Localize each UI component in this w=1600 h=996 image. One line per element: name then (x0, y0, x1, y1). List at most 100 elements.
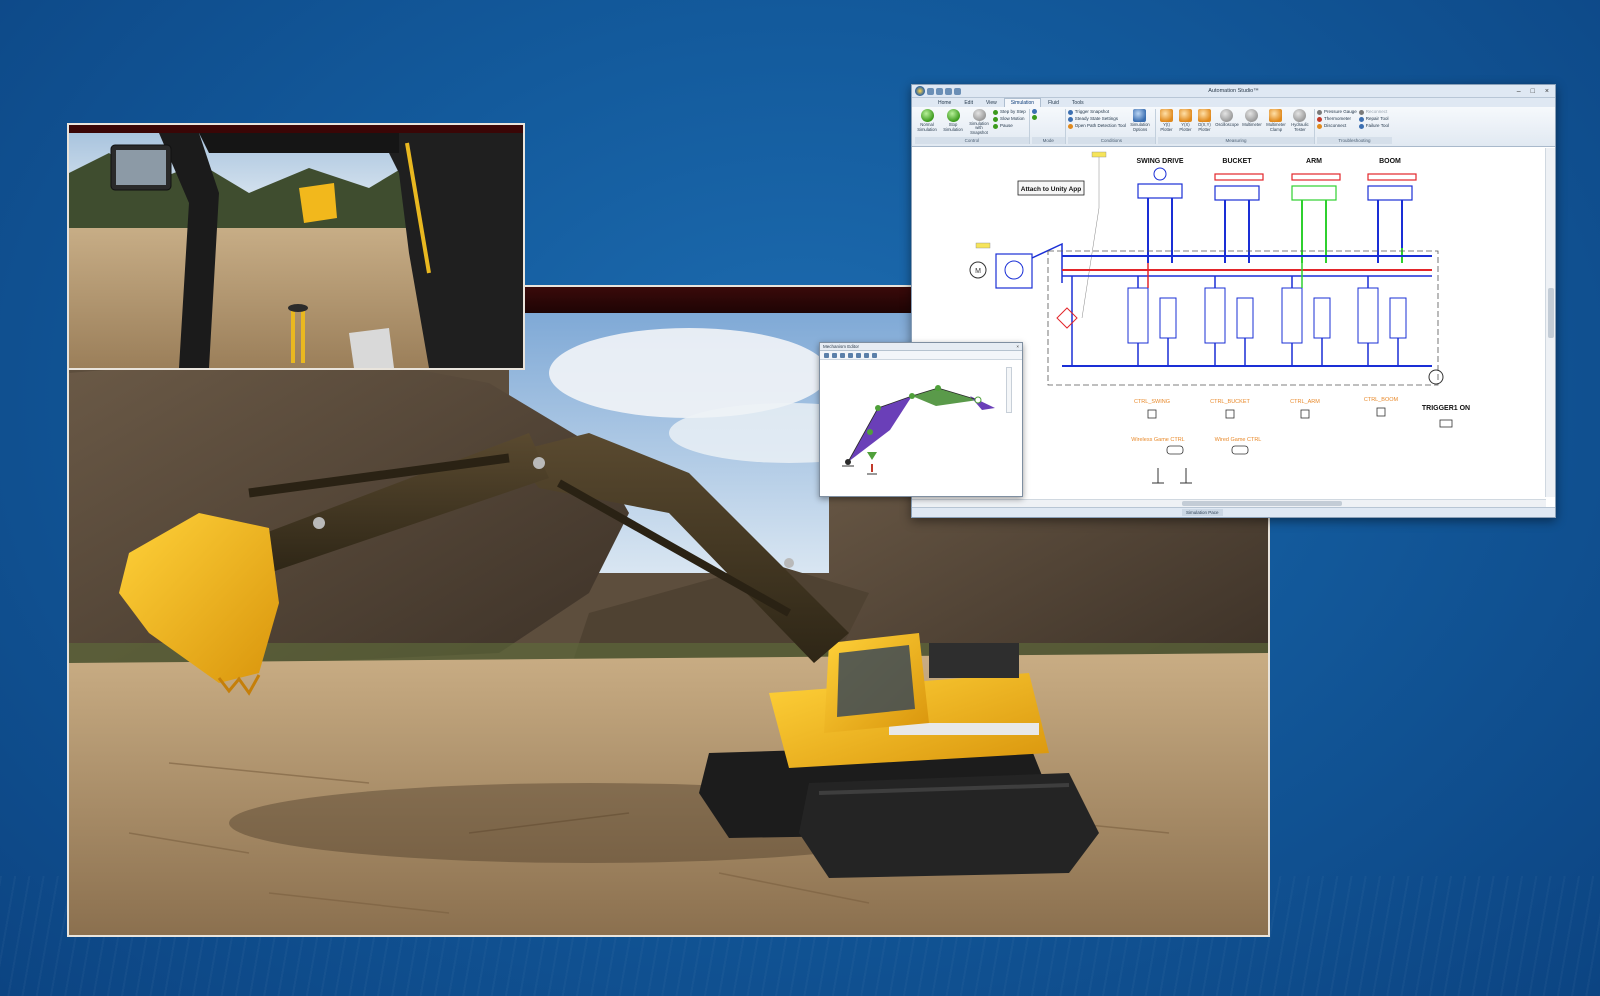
valve-section-bucket[interactable] (1204, 276, 1254, 366)
valve-section-boom[interactable] (1357, 276, 1407, 366)
mode-button-1[interactable] (1031, 109, 1037, 114)
pressure-gauge-button[interactable]: Pressure Gauge (1316, 109, 1357, 115)
close-icon[interactable]: × (1016, 344, 1022, 349)
joint[interactable] (909, 393, 915, 399)
mechanism-titlebar[interactable]: Mechanism Editor × (820, 343, 1022, 351)
cab-interior-view[interactable] (69, 133, 523, 368)
simulation-with-snapshot-button[interactable]: Simulation with Snapshot (967, 109, 991, 136)
joint[interactable] (935, 385, 941, 391)
fit-icon[interactable] (840, 352, 845, 358)
steady-state-settings-button[interactable]: Steady State Settings (1067, 116, 1126, 122)
oscilloscope-button[interactable]: Oscilloscope (1215, 109, 1239, 136)
grid-icon[interactable] (872, 352, 877, 358)
section-title-swing-drive: SWING DRIVE (1136, 158, 1183, 165)
tab-fluid[interactable]: Fluid (1042, 99, 1065, 107)
failure-tool-button[interactable]: Failure Tool (1358, 123, 1389, 129)
oscilloscope-icon (1220, 109, 1234, 122)
trigger-icon (1067, 109, 1073, 115)
valve-section-swing[interactable] (1127, 263, 1177, 366)
repair-tool-button[interactable]: Repair Tool (1358, 116, 1389, 122)
dxy-plotter-button[interactable]: D(X,Y) Plotter (1196, 109, 1213, 136)
pan-icon[interactable] (848, 352, 853, 358)
multimeter-button[interactable]: Multimeter (1241, 109, 1263, 136)
relief-valve[interactable] (1056, 307, 1078, 329)
joystick-icon[interactable] (1152, 468, 1164, 484)
simulation-options-button[interactable]: Simulation Options (1128, 109, 1152, 136)
arm-cylinder-group[interactable] (1291, 173, 1341, 263)
open-path-detection-tool-button[interactable]: Open Path Detection Tool (1067, 123, 1126, 129)
section-title-boom: BOOM (1379, 158, 1401, 165)
cab-view-window[interactable] (67, 123, 525, 370)
disconnect-button[interactable]: Disconnect (1316, 123, 1357, 129)
joystick-icon[interactable] (1180, 468, 1192, 484)
group-label-troubleshooting: Troubleshooting (1316, 137, 1392, 144)
reconnect-button[interactable]: Reconnect (1358, 109, 1389, 115)
ctrl-boom-label: CTRL_BOOM (1364, 397, 1399, 403)
window-title: Automation Studio™ (1208, 88, 1259, 94)
wireless-gamepad-icon[interactable] (1166, 445, 1184, 455)
settings-icon (1067, 116, 1073, 122)
step-icon (993, 109, 998, 115)
as-titlebar[interactable]: Automation Studio™ – □ × (912, 85, 1555, 98)
switch-trigger[interactable] (1439, 419, 1453, 428)
cab-view-titlebar[interactable] (69, 125, 523, 133)
yx-plotter-button[interactable]: Y(X) Plotter (1177, 109, 1194, 136)
switch-boom[interactable] (1376, 407, 1386, 417)
slow-motion-button[interactable]: Slow Motion (993, 116, 1026, 122)
switch-arm[interactable] (1300, 409, 1310, 419)
valve-section-arm[interactable] (1281, 263, 1331, 366)
horizontal-scrollbar[interactable] (912, 499, 1546, 507)
bucket-link (970, 396, 995, 410)
trigger-snapshot-button[interactable]: Trigger Snapshot (1067, 109, 1126, 115)
disconnect-icon (1316, 123, 1322, 129)
select-icon[interactable] (856, 352, 861, 358)
vertical-scrollbar[interactable] (1545, 148, 1555, 497)
plotter-icon (1159, 109, 1173, 122)
zoom-in-icon[interactable] (824, 352, 829, 358)
multimeter-clamp-button[interactable]: Multimeter Clamp (1265, 109, 1287, 136)
tab-simulation[interactable]: Simulation (1003, 98, 1042, 107)
rotate-icon[interactable] (864, 352, 869, 358)
joint[interactable] (867, 429, 873, 435)
tab-view[interactable]: View (980, 99, 1003, 107)
wired-gamepad-icon[interactable] (1231, 445, 1249, 455)
tab-tools[interactable]: Tools (1066, 99, 1090, 107)
attach-link-line (1081, 157, 1100, 319)
yellow-tag (1091, 151, 1107, 158)
repair-icon (1358, 116, 1364, 122)
mode-icon (1031, 115, 1037, 120)
pressure-source[interactable] (1428, 369, 1444, 385)
options-icon (1133, 109, 1147, 122)
cab-window (837, 645, 915, 717)
swing-drive-motor-group[interactable] (1137, 167, 1183, 263)
joystick-left[interactable] (291, 308, 295, 363)
hydraulic-tester-button[interactable]: Hydraulic Tester (1289, 109, 1311, 136)
switch-bucket[interactable] (1225, 409, 1235, 419)
mechanism-slider[interactable] (1006, 367, 1012, 413)
step-by-step-button[interactable]: Step by Step (993, 109, 1026, 115)
switch-swing[interactable] (1147, 409, 1157, 419)
joystick-right[interactable] (301, 308, 305, 363)
valve-block-frame (1047, 250, 1439, 386)
joint[interactable] (875, 405, 881, 411)
zoom-out-icon[interactable] (832, 352, 837, 358)
joint[interactable] (974, 396, 982, 404)
play-icon (920, 109, 934, 122)
yt-plotter-button[interactable]: Y(t) Plotter (1158, 109, 1175, 136)
normal-simulation-button[interactable]: Normal Simulation (915, 109, 939, 136)
bucket-cylinder-group[interactable] (1214, 173, 1264, 263)
thermometer-button[interactable]: Thermometer (1316, 116, 1357, 122)
tab-edit[interactable]: Edit (958, 99, 979, 107)
mechanism-diagram[interactable] (820, 360, 1024, 498)
mechanism-editor-window[interactable]: Mechanism Editor × (819, 342, 1023, 497)
pause-icon (993, 123, 998, 129)
mode-button-2[interactable] (1031, 115, 1037, 120)
boom-cylinder-group[interactable] (1367, 173, 1417, 263)
pause-button[interactable]: Pause (993, 123, 1026, 129)
section-title-bucket: BUCKET (1222, 158, 1252, 165)
failure-icon (1358, 123, 1364, 129)
tab-home[interactable]: Home (932, 99, 957, 107)
stop-simulation-button[interactable]: Stop Simulation (941, 109, 965, 136)
tester-icon (1293, 109, 1307, 122)
joint[interactable] (845, 459, 851, 465)
